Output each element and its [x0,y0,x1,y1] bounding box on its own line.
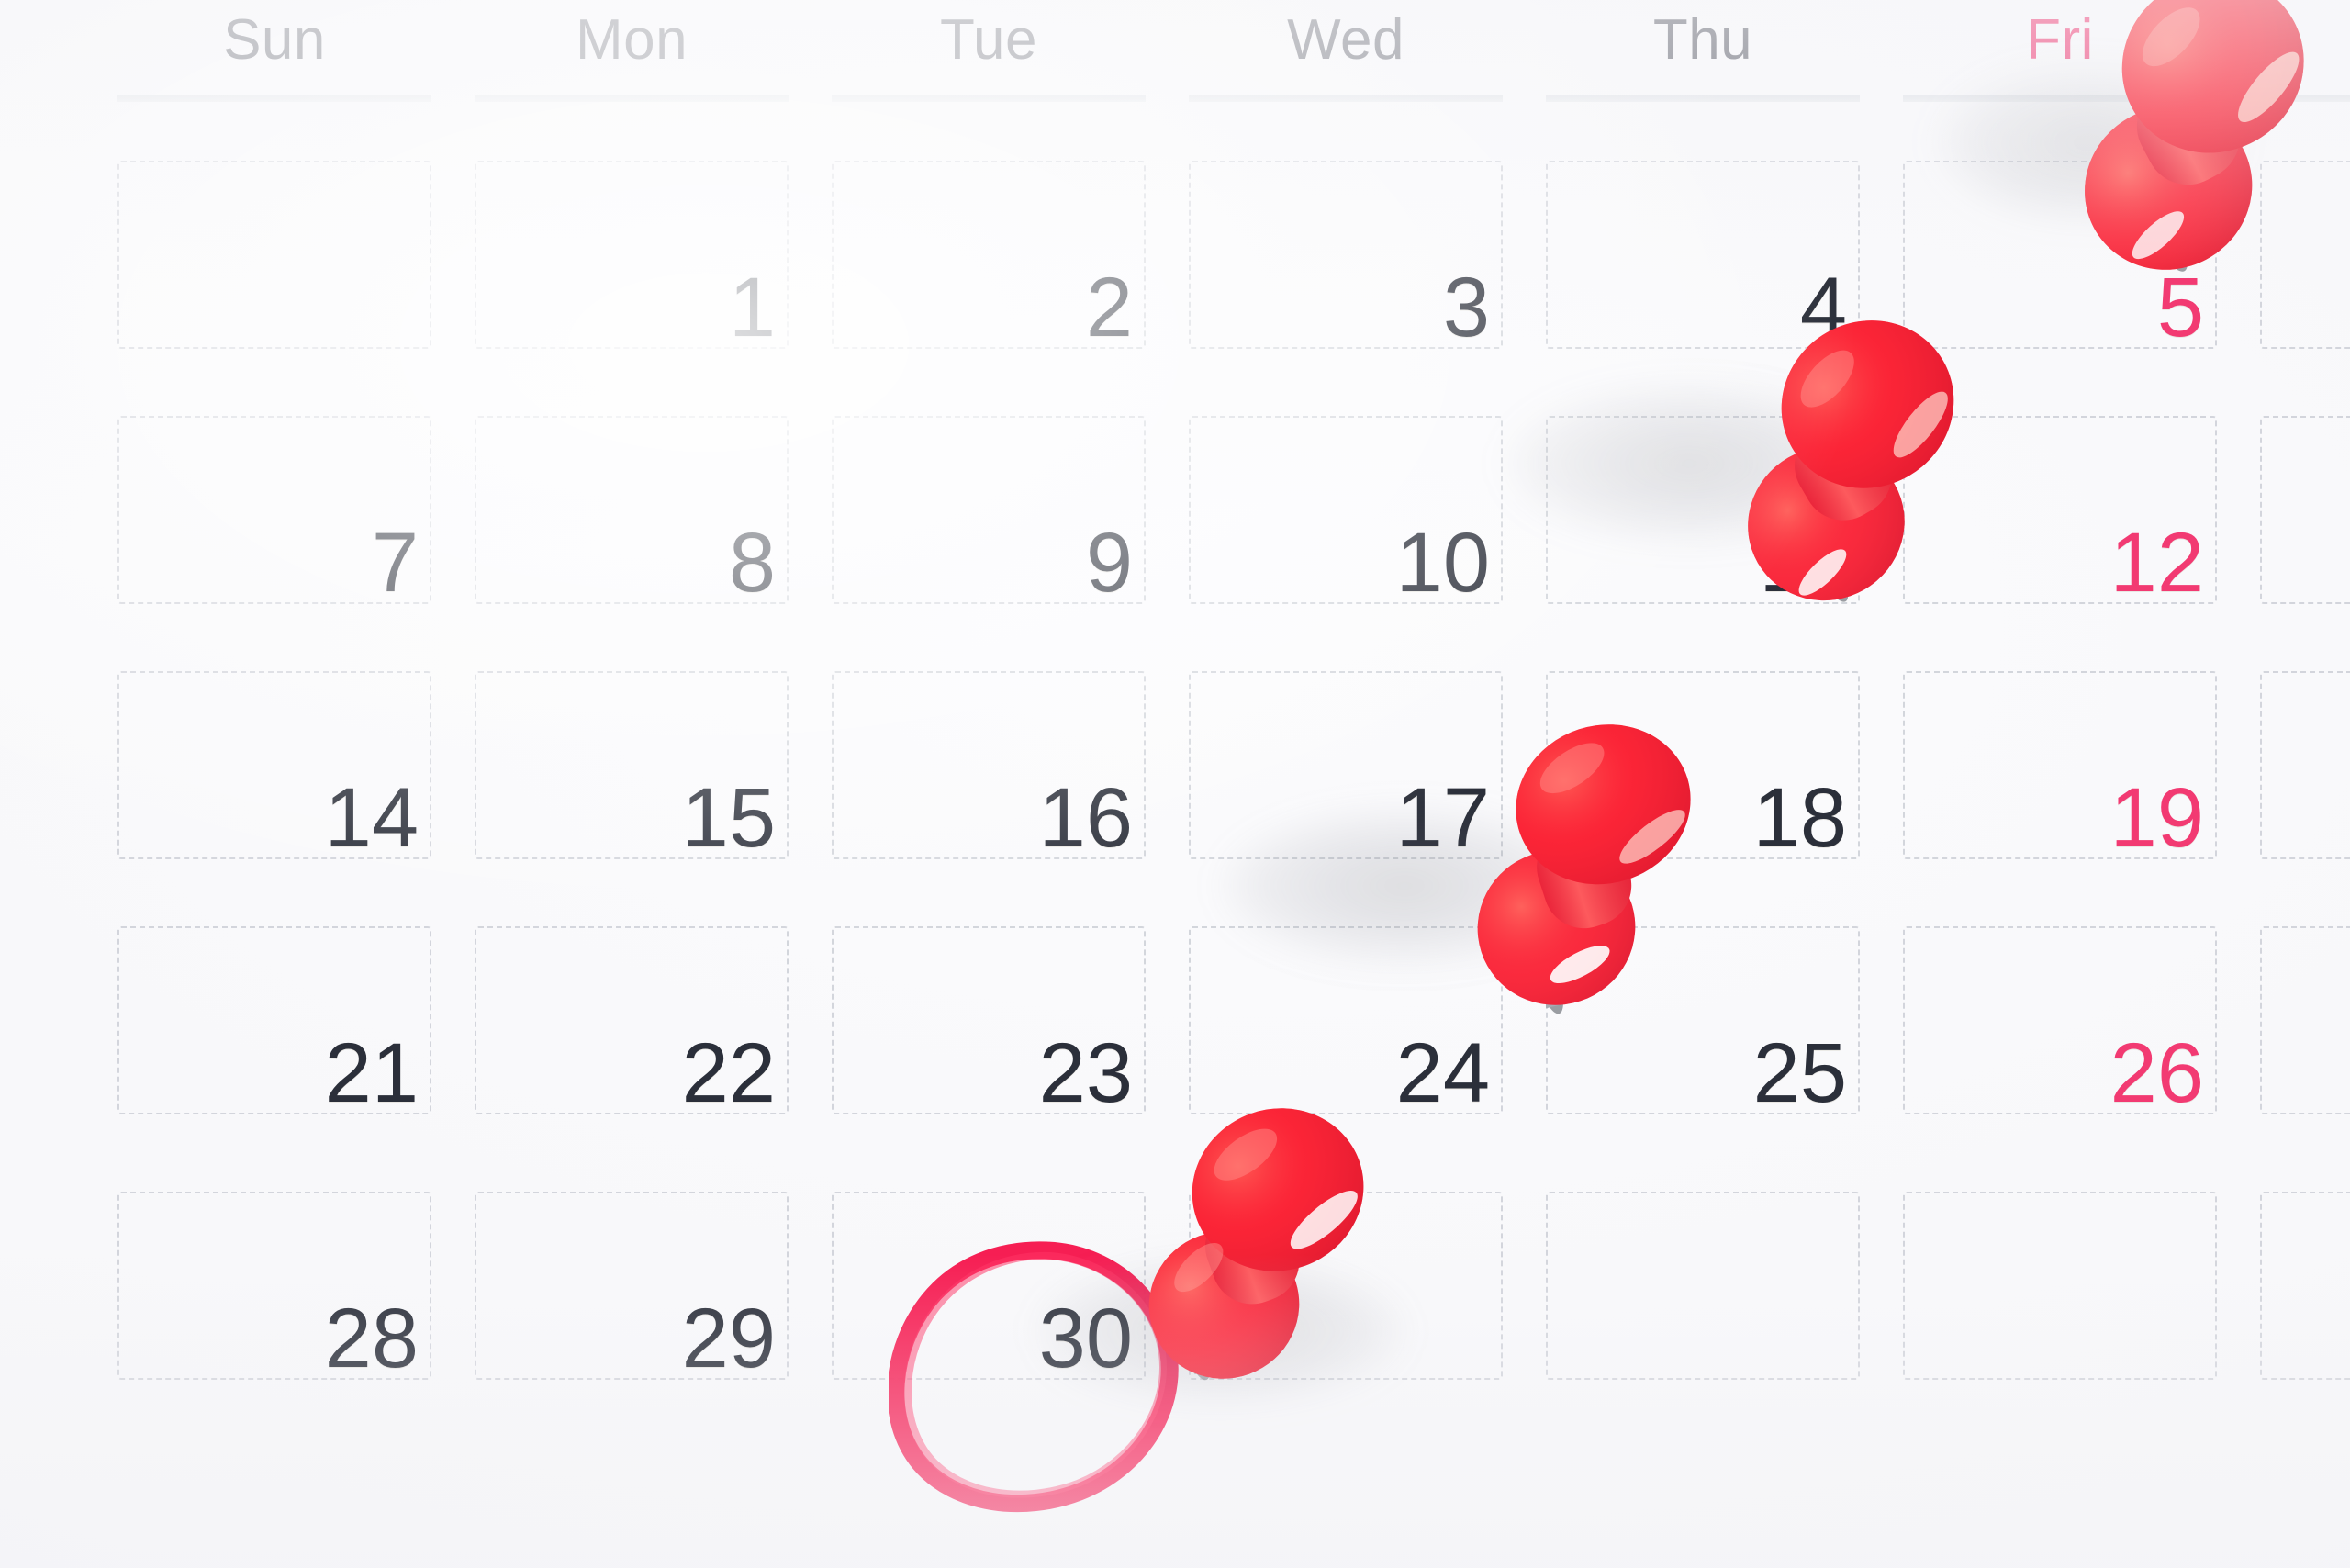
date-number: 1 [728,260,776,354]
date-number: 8 [728,515,776,610]
date-number: 26 [2109,1025,2204,1120]
date-number: 24 [1395,1025,1490,1120]
date-number: 9 [1085,515,1133,610]
date-number: 17 [1395,770,1490,865]
date-cell[interactable] [2260,161,2350,349]
date-number: 5 [2156,260,2204,354]
date-cell[interactable] [2260,671,2350,859]
date-cell[interactable] [1546,1192,1860,1380]
date-number: 10 [1395,515,1490,610]
date-grid: 1 2 3 4 5 7 8 9 10 11 12 14 15 16 17 18 [0,0,2350,1568]
date-number: 14 [324,770,419,865]
date-number: 19 [2109,770,2204,865]
date-number: 4 [1799,260,1847,354]
date-number [118,161,431,349]
date-cell[interactable] [1903,1192,2217,1380]
date-number: 15 [681,770,776,865]
date-number: 25 [1752,1025,1847,1120]
date-number-circled: 30 [1038,1291,1133,1385]
date-number: 2 [1085,260,1133,354]
date-number: 12 [2109,515,2204,610]
calendar-photo: Sun Mon Tue Wed Thu Fri 1 2 3 4 5 7 8 9 … [0,0,2350,1568]
date-number: 7 [371,515,419,610]
date-number: 23 [1038,1025,1133,1120]
date-number: 29 [681,1291,776,1385]
date-cell[interactable] [2260,926,2350,1114]
date-cell[interactable] [1189,1192,1503,1380]
date-number: 22 [681,1025,776,1120]
date-number: 11 [1759,515,1847,610]
date-number: 28 [324,1291,419,1385]
date-number: 16 [1038,770,1133,865]
date-number: 3 [1442,260,1490,354]
date-cell[interactable] [2260,416,2350,604]
date-number: 18 [1752,770,1847,865]
date-cell[interactable] [2260,1192,2350,1380]
date-number: 21 [324,1025,419,1120]
